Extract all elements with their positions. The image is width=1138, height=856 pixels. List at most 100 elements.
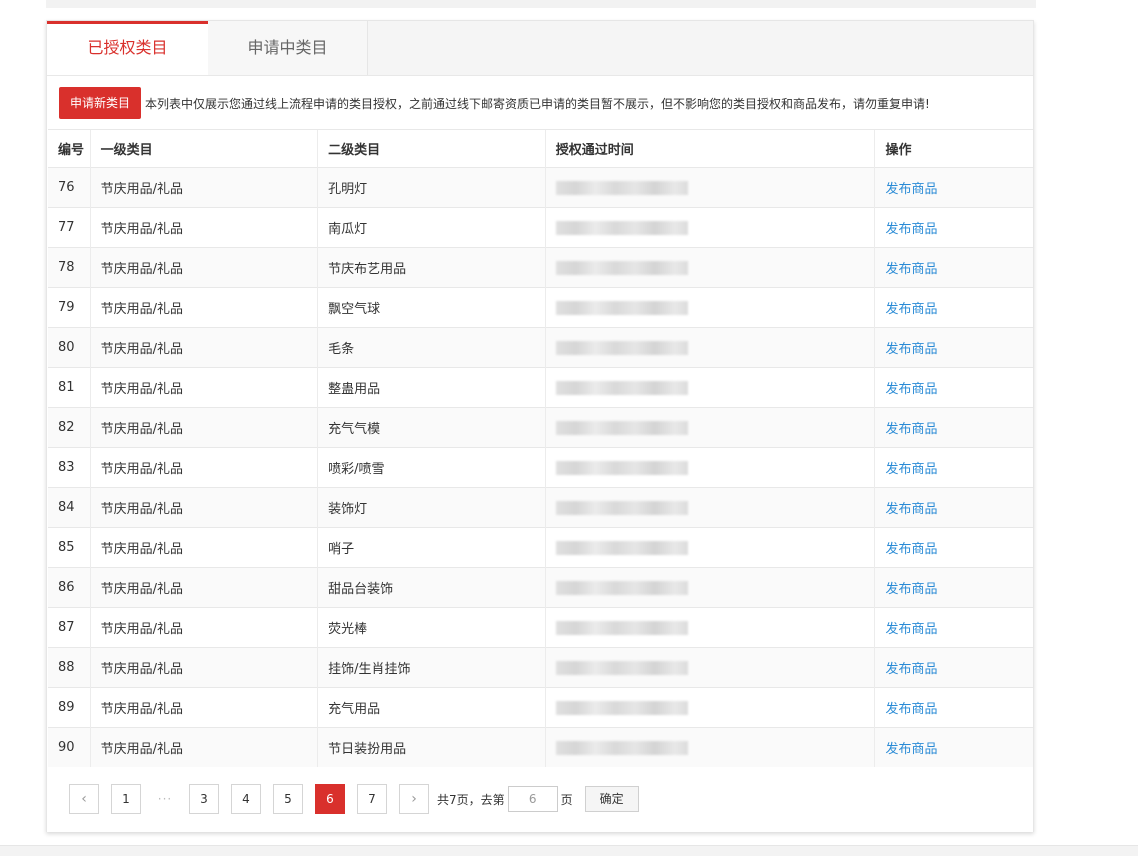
cell-auth-time	[544, 527, 875, 568]
page-ellipsis: ···	[157, 792, 173, 806]
publish-product-link[interactable]: 发布商品	[885, 702, 937, 717]
table-row: 85 节庆用品/礼品 哨子 发布商品	[48, 527, 1033, 568]
publish-product-link[interactable]: 发布商品	[885, 742, 937, 757]
publish-product-link[interactable]: 发布商品	[885, 622, 937, 637]
header-auth-time: 授权通过时间	[544, 129, 875, 168]
cell-id: 79	[48, 287, 91, 328]
cell-id: 90	[48, 727, 91, 767]
cell-level2: 孔明灯	[317, 167, 546, 208]
redacted-time	[555, 380, 688, 395]
cell-level1: 节庆用品/礼品	[89, 407, 318, 448]
cell-level1: 节庆用品/礼品	[89, 487, 318, 528]
table-row: 86 节庆用品/礼品 甜品台装饰 发布商品	[48, 567, 1033, 608]
cell-level1: 节庆用品/礼品	[89, 167, 318, 208]
page-button-3[interactable]: 3	[189, 784, 219, 814]
tab-authorized[interactable]: 已授权类目	[47, 21, 208, 75]
cell-action: 发布商品	[874, 607, 1033, 648]
cell-id: 77	[48, 207, 91, 248]
cell-level1: 节庆用品/礼品	[89, 447, 318, 488]
cell-auth-time	[544, 687, 875, 728]
bottom-strip	[0, 845, 1138, 856]
publish-product-link[interactable]: 发布商品	[885, 462, 937, 477]
cell-id: 87	[48, 607, 91, 648]
cell-level1: 节庆用品/礼品	[89, 327, 318, 368]
table-row: 79 节庆用品/礼品 飘空气球 发布商品	[48, 287, 1033, 328]
cell-level2: 飘空气球	[317, 287, 546, 328]
redacted-time	[555, 340, 688, 355]
cell-level2: 荧光棒	[317, 607, 546, 648]
table-row: 88 节庆用品/礼品 挂饰/生肖挂饰 发布商品	[48, 647, 1033, 688]
cell-action: 发布商品	[874, 487, 1033, 528]
header-level1: 一级类目	[89, 129, 318, 168]
publish-product-link[interactable]: 发布商品	[885, 182, 937, 197]
table-row: 89 节庆用品/礼品 充气用品 发布商品	[48, 687, 1033, 728]
cell-auth-time	[544, 207, 875, 248]
page-button-7[interactable]: 7	[357, 784, 387, 814]
cell-id: 82	[48, 407, 91, 448]
publish-product-link[interactable]: 发布商品	[885, 502, 937, 517]
cell-level2: 喷彩/喷雪	[317, 447, 546, 488]
cell-auth-time	[544, 487, 875, 528]
cell-action: 发布商品	[874, 167, 1033, 208]
cell-level1: 节庆用品/礼品	[89, 567, 318, 608]
chevron-right-icon[interactable]: ›	[399, 784, 429, 814]
table-row: 80 节庆用品/礼品 毛条 发布商品	[48, 327, 1033, 368]
cell-action: 发布商品	[874, 367, 1033, 408]
publish-product-link[interactable]: 发布商品	[885, 302, 937, 317]
cell-action: 发布商品	[874, 207, 1033, 248]
chevron-left-icon[interactable]: ‹	[69, 784, 99, 814]
cell-id: 83	[48, 447, 91, 488]
cell-level1: 节庆用品/礼品	[89, 527, 318, 568]
page-button-5[interactable]: 5	[273, 784, 303, 814]
page-button-1[interactable]: 1	[111, 784, 141, 814]
cell-id: 88	[48, 647, 91, 688]
publish-product-link[interactable]: 发布商品	[885, 342, 937, 357]
table-row: 87 节庆用品/礼品 荧光棒 发布商品	[48, 607, 1033, 648]
cell-level2: 毛条	[317, 327, 546, 368]
publish-product-link[interactable]: 发布商品	[885, 382, 937, 397]
page-button-4[interactable]: 4	[231, 784, 261, 814]
table-row: 81 节庆用品/礼品 整蛊用品 发布商品	[48, 367, 1033, 408]
cell-level2: 装饰灯	[317, 487, 546, 528]
cell-id: 89	[48, 687, 91, 728]
cell-level2: 甜品台装饰	[317, 567, 546, 608]
cell-action: 发布商品	[874, 247, 1033, 288]
cell-level2: 哨子	[317, 527, 546, 568]
publish-product-link[interactable]: 发布商品	[885, 582, 937, 597]
cell-level2: 整蛊用品	[317, 367, 546, 408]
cell-level1: 节庆用品/礼品	[89, 647, 318, 688]
cell-level1: 节庆用品/礼品	[89, 367, 318, 408]
cell-action: 发布商品	[874, 447, 1033, 488]
cell-auth-time	[544, 327, 875, 368]
page-unit-text: 页	[560, 792, 573, 807]
publish-product-link[interactable]: 发布商品	[885, 542, 937, 557]
cell-level2: 节庆布艺用品	[317, 247, 546, 288]
cell-action: 发布商品	[874, 727, 1033, 767]
cell-auth-time	[544, 407, 875, 448]
redacted-time	[555, 260, 688, 275]
cell-level2: 充气气模	[317, 407, 546, 448]
cell-auth-time	[544, 727, 875, 767]
cell-level2: 南瓜灯	[317, 207, 546, 248]
header-id: 编号	[48, 129, 91, 168]
publish-product-link[interactable]: 发布商品	[885, 262, 937, 277]
publish-product-link[interactable]: 发布商品	[885, 222, 937, 237]
cell-action: 发布商品	[874, 567, 1033, 608]
notice-bar: 申请新类目 本列表中仅展示您通过线上流程申请的类目授权，之前通过线下邮寄资质已申…	[59, 86, 930, 120]
redacted-time	[555, 420, 688, 435]
publish-product-link[interactable]: 发布商品	[885, 422, 937, 437]
cell-level1: 节庆用品/礼品	[89, 607, 318, 648]
goto-page-input[interactable]	[507, 786, 558, 812]
page-button-6-current[interactable]: 6	[315, 784, 345, 814]
cell-auth-time	[544, 567, 875, 608]
cell-auth-time	[544, 647, 875, 688]
redacted-time	[555, 700, 688, 715]
cell-action: 发布商品	[874, 327, 1033, 368]
redacted-time	[555, 580, 688, 595]
category-panel: 已授权类目 申请中类目 申请新类目 本列表中仅展示您通过线上流程申请的类目授权，…	[46, 20, 1034, 832]
cell-auth-time	[544, 287, 875, 328]
publish-product-link[interactable]: 发布商品	[885, 662, 937, 677]
tab-pending[interactable]: 申请中类目	[208, 21, 368, 75]
apply-new-category-button[interactable]: 申请新类目	[59, 87, 142, 119]
goto-confirm-button[interactable]: 确定	[584, 786, 639, 812]
